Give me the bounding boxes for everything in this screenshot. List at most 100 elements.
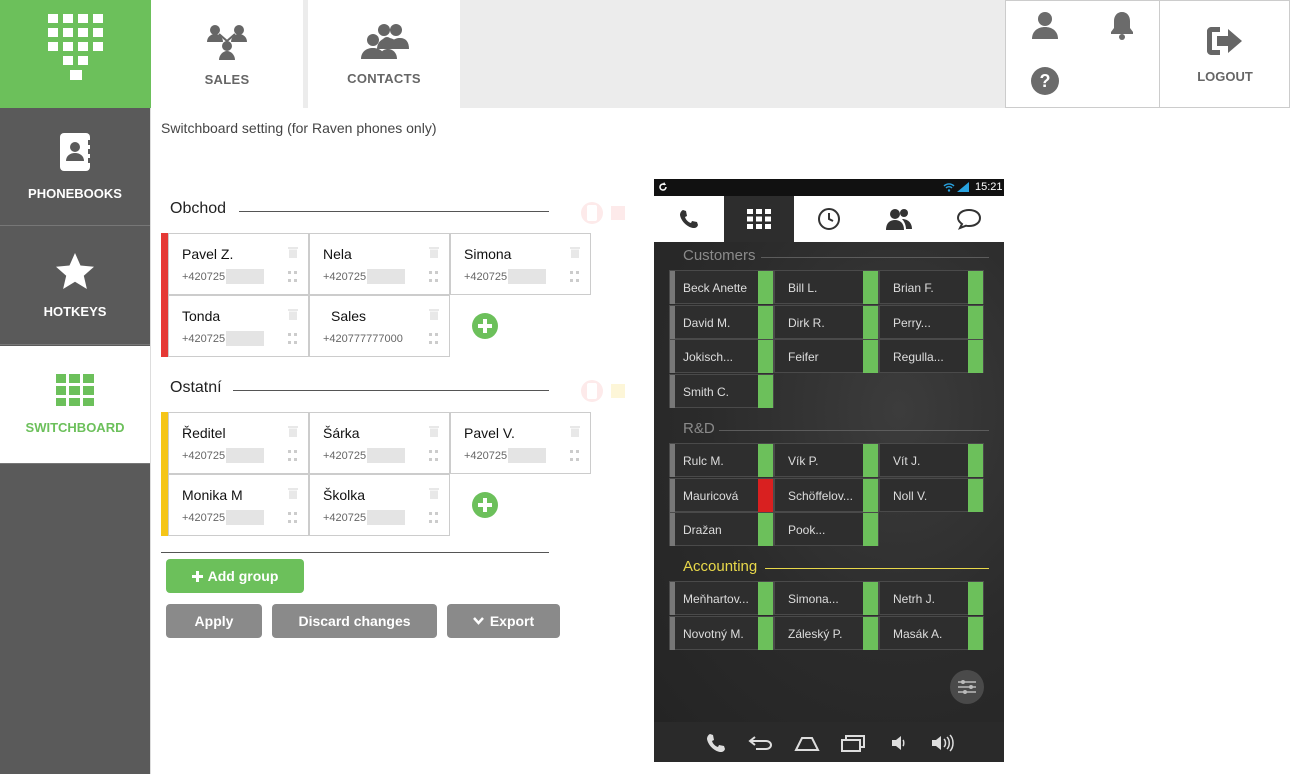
phone-tab-messages[interactable] bbox=[934, 196, 1004, 242]
phone-contact-tile[interactable]: Pook... bbox=[774, 512, 879, 546]
sidebar-item-phonebooks[interactable]: PHONEBOOKS bbox=[0, 108, 150, 226]
contact-card[interactable]: Šárka +420725 bbox=[309, 412, 450, 474]
add-group-button[interactable]: Add group bbox=[166, 559, 304, 593]
drag-handle-icon[interactable] bbox=[429, 449, 439, 461]
recent-apps-icon[interactable] bbox=[840, 734, 866, 752]
contact-card[interactable]: Tonda +420725 bbox=[168, 295, 309, 357]
group-title[interactable]: Obchod bbox=[170, 200, 226, 218]
phone-contact-tile[interactable]: Feifer bbox=[774, 339, 879, 373]
export-button[interactable]: Export bbox=[447, 604, 560, 638]
phone-contact-tile[interactable]: Mauricová bbox=[669, 477, 774, 512]
contact-card[interactable]: Sales +420777777000 bbox=[309, 295, 450, 357]
trash-icon[interactable] bbox=[429, 245, 439, 258]
contact-card[interactable]: Pavel Z. +420725 bbox=[168, 233, 309, 295]
phone-contact-tile[interactable]: Netrh J. bbox=[879, 581, 984, 615]
settings-sliders-icon[interactable] bbox=[950, 670, 984, 704]
drag-handle-icon[interactable] bbox=[570, 449, 580, 461]
phone-contact-tile[interactable]: Masák A. bbox=[879, 615, 984, 650]
add-contact-button[interactable] bbox=[472, 313, 498, 339]
phone-contact-tile[interactable]: Simona... bbox=[774, 581, 879, 615]
phone-contact-tile[interactable]: Perry... bbox=[879, 304, 984, 339]
group-color-picker-icon[interactable] bbox=[580, 379, 626, 403]
phone-contact-tile[interactable]: Vík P. bbox=[774, 443, 879, 477]
user-icon[interactable] bbox=[1030, 10, 1060, 40]
phone-contact-tile[interactable]: Meňhartov... bbox=[669, 581, 774, 615]
phone-contact-tile[interactable]: Noll V. bbox=[879, 477, 984, 512]
phone-tab-calls[interactable] bbox=[654, 196, 724, 242]
phone-contact-tile[interactable]: Jokisch... bbox=[669, 339, 774, 373]
trash-icon[interactable] bbox=[288, 245, 298, 258]
drag-handle-icon[interactable] bbox=[570, 270, 580, 282]
drag-handle-icon[interactable] bbox=[288, 511, 298, 523]
phone-contact-name: Mauricová bbox=[683, 488, 739, 503]
phone-contact-name: Vít J. bbox=[893, 454, 921, 468]
contact-card[interactable]: Ředitel +420725 bbox=[168, 412, 309, 474]
contact-phone: +420725 bbox=[323, 512, 367, 524]
drag-handle-icon[interactable] bbox=[288, 449, 298, 461]
volume-up-icon[interactable] bbox=[930, 734, 956, 752]
apply-button[interactable]: Apply bbox=[166, 604, 262, 638]
phone-contact-name: Perry... bbox=[893, 315, 931, 330]
contact-phone: +420725 bbox=[464, 450, 508, 462]
tab-contacts[interactable]: CONTACTS bbox=[308, 0, 460, 108]
contact-card[interactable]: Pavel V. +420725 bbox=[450, 412, 591, 474]
phone-contact-tile[interactable]: Beck Anette bbox=[669, 270, 774, 304]
drag-handle-icon[interactable] bbox=[429, 511, 439, 523]
phone-tab-history[interactable] bbox=[794, 196, 864, 242]
phone-contact-tile[interactable]: Bill L. bbox=[774, 270, 879, 304]
phone-contact-tile[interactable]: Rulc M. bbox=[669, 443, 774, 477]
add-group-label: Add group bbox=[207, 568, 279, 584]
presence-indicator bbox=[758, 444, 773, 477]
phone-contact-tile[interactable]: David M. bbox=[669, 304, 774, 339]
trash-icon[interactable] bbox=[288, 307, 298, 320]
discard-changes-button[interactable]: Discard changes bbox=[272, 604, 437, 638]
contact-phone: +420725 bbox=[323, 450, 367, 462]
tab-sales[interactable]: SALES bbox=[151, 0, 303, 108]
phone-contact-tile[interactable]: Vít J. bbox=[879, 443, 984, 477]
app-logo[interactable] bbox=[0, 0, 151, 108]
contact-card[interactable]: Nela +420725 bbox=[309, 233, 450, 295]
group-color-picker-icon[interactable] bbox=[580, 201, 626, 225]
phone-contact-tile[interactable]: Schöffelov... bbox=[774, 477, 879, 512]
drag-handle-icon[interactable] bbox=[429, 332, 439, 344]
bell-icon[interactable] bbox=[1108, 10, 1136, 40]
export-label: Export bbox=[489, 613, 535, 629]
phone-contact-tile[interactable]: Novotný M. bbox=[669, 615, 774, 650]
contact-card[interactable]: Monika M +420725 bbox=[168, 474, 309, 536]
sidebar-item-switchboard[interactable]: SWITCHBOARD bbox=[0, 346, 150, 464]
trash-icon[interactable] bbox=[570, 424, 580, 437]
phone-contact-tile[interactable]: Záleský P. bbox=[774, 615, 879, 650]
phone-contact-tile[interactable]: Dražan bbox=[669, 512, 774, 546]
logout-button[interactable]: LOGOUT bbox=[1159, 1, 1290, 107]
trash-icon[interactable] bbox=[429, 424, 439, 437]
drag-handle-icon[interactable] bbox=[288, 332, 298, 344]
home-icon[interactable] bbox=[794, 735, 820, 751]
drag-handle-icon[interactable] bbox=[288, 270, 298, 282]
phone-contact-tile[interactable]: Dirk R. bbox=[774, 304, 879, 339]
grid-icon bbox=[56, 374, 94, 406]
trash-icon[interactable] bbox=[288, 486, 298, 499]
contact-card[interactable]: Simona +420725 bbox=[450, 233, 591, 295]
phone-contact-tile[interactable]: Smith C. bbox=[669, 373, 774, 408]
help-icon[interactable]: ? bbox=[1030, 66, 1060, 96]
phone-call-icon[interactable] bbox=[706, 733, 726, 753]
phone-tab-switchboard[interactable] bbox=[724, 196, 794, 242]
trash-icon[interactable] bbox=[570, 245, 580, 258]
contact-card[interactable]: Školka +420725 bbox=[309, 474, 450, 536]
back-icon[interactable] bbox=[748, 735, 774, 751]
plus-icon bbox=[478, 498, 492, 512]
trash-icon[interactable] bbox=[288, 424, 298, 437]
phone-contact-tile[interactable]: Brian F. bbox=[879, 270, 984, 304]
drag-handle-icon[interactable] bbox=[429, 270, 439, 282]
volume-down-icon[interactable] bbox=[890, 735, 908, 751]
phone-contact-name: Schöffelov... bbox=[788, 488, 853, 503]
phone-contact-name: Meňhartov... bbox=[683, 592, 749, 606]
phone-tab-contacts[interactable] bbox=[864, 196, 934, 242]
group-title[interactable]: Ostatní bbox=[170, 379, 222, 397]
sidebar-item-hotkeys[interactable]: HOTKEYS bbox=[0, 227, 150, 345]
trash-icon[interactable] bbox=[429, 486, 439, 499]
trash-icon[interactable] bbox=[429, 307, 439, 320]
add-contact-button[interactable] bbox=[472, 492, 498, 518]
phone-contact-tile[interactable]: Regulla... bbox=[879, 339, 984, 373]
phone-contact-name: Beck Anette bbox=[683, 281, 748, 295]
